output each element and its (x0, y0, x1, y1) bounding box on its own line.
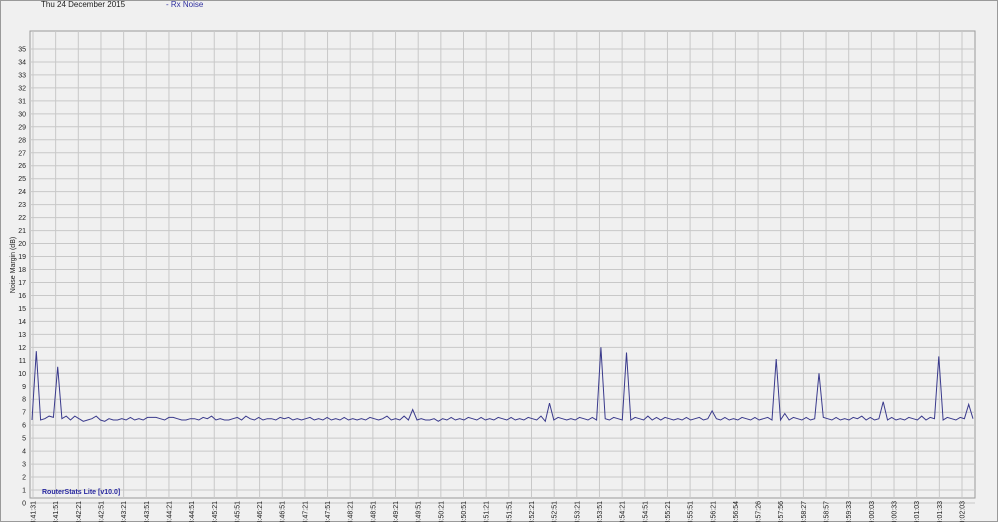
series-line-rx-noise (31, 347, 974, 423)
x-tick-label: 18:48:51 (370, 501, 377, 522)
x-tick-label: 18:58:27 (801, 501, 808, 522)
x-tick-label: 19:01:33 (937, 501, 944, 522)
y-tick-label: 17 (18, 280, 26, 287)
x-tick-label: 18:46:51 (280, 501, 287, 522)
y-tick-label: 26 (18, 163, 26, 170)
x-tick-label: 18:52:21 (529, 501, 536, 522)
y-tick-label: 27 (18, 150, 26, 157)
x-tick-label: 18:42:21 (76, 501, 83, 522)
y-tick-label: 18 (18, 267, 26, 274)
x-tick-label: 18:47:51 (325, 501, 332, 522)
x-tick-label: 18:47:21 (302, 501, 309, 522)
x-tick-label: 18:56:54 (733, 501, 740, 522)
y-tick-label: 25 (18, 176, 26, 183)
x-tick-label: 18:55:51 (688, 501, 695, 522)
x-tick-label: 18:55:21 (665, 501, 672, 522)
chart-svg: 0123456789101112131415161718192021222324… (10, 30, 976, 522)
y-tick-label: 16 (18, 293, 26, 300)
y-axis-label: Noise Margin (dB) (10, 237, 17, 293)
y-tick-label: 29 (18, 124, 26, 131)
y-tick-label: 15 (18, 306, 26, 313)
x-tick-label: 18:50:21 (438, 501, 445, 522)
x-tick-label: 19:00:33 (892, 501, 899, 522)
x-tick-label: 18:45:51 (234, 501, 241, 522)
y-tick-label: 21 (18, 228, 26, 235)
x-tick-label: 18:43:21 (121, 501, 128, 522)
x-tick-label: 18:51:21 (484, 501, 491, 522)
y-tick-label: 8 (22, 397, 26, 404)
x-tick-label: 19:00:03 (869, 501, 876, 522)
y-tick-label: 7 (22, 410, 26, 417)
grid (29, 30, 976, 504)
y-axis-ticks: 0123456789101112131415161718192021222324… (18, 46, 26, 507)
y-tick-label: 0 (22, 501, 26, 508)
y-tick-label: 14 (18, 319, 26, 326)
x-tick-label: 18:58:57 (824, 501, 831, 522)
x-tick-label: 18:49:21 (393, 501, 400, 522)
x-tick-label: 18:49:51 (416, 501, 423, 522)
y-tick-label: 13 (18, 332, 26, 339)
x-tick-label: 18:42:51 (98, 501, 105, 522)
y-tick-label: 22 (18, 215, 26, 222)
y-tick-label: 5 (22, 436, 26, 443)
x-tick-label: 19:01:03 (914, 501, 921, 522)
x-tick-label: 18:51:51 (506, 501, 513, 522)
x-tick-label: 18:50:51 (461, 501, 468, 522)
x-tick-label: 18:57:56 (778, 501, 785, 522)
x-tick-label: 18:46:21 (257, 501, 264, 522)
x-tick-label: 18:54:21 (620, 501, 627, 522)
y-tick-label: 24 (18, 189, 26, 196)
y-tick-label: 1 (22, 488, 26, 495)
series (31, 347, 974, 423)
y-tick-label: 10 (18, 371, 26, 378)
x-tick-label: 18:52:51 (552, 501, 559, 522)
x-tick-label: 18:53:51 (597, 501, 604, 522)
y-tick-label: 19 (18, 254, 26, 261)
x-tick-label: 18:41:51 (53, 501, 60, 522)
y-tick-label: 3 (22, 462, 26, 469)
y-tick-label: 6 (22, 423, 26, 430)
x-tick-label: 18:41:31 (31, 501, 38, 522)
x-tick-label: 18:44:21 (166, 501, 173, 522)
x-tick-label: 18:59:33 (846, 501, 853, 522)
x-tick-label: 18:44:51 (189, 501, 196, 522)
x-tick-label: 18:54:51 (642, 501, 649, 522)
y-tick-label: 2 (22, 475, 26, 482)
x-tick-label: 18:53:21 (574, 501, 581, 522)
x-tick-label: 18:56:21 (710, 501, 717, 522)
x-tick-label: 18:48:21 (348, 501, 355, 522)
y-tick-label: 11 (19, 358, 26, 365)
x-tick-label: 18:43:51 (144, 501, 151, 522)
y-tick-label: 35 (18, 46, 26, 53)
y-tick-label: 20 (18, 241, 26, 248)
y-tick-label: 9 (22, 384, 26, 391)
y-tick-label: 34 (18, 59, 26, 66)
y-tick-label: 28 (18, 137, 26, 144)
y-tick-label: 32 (18, 85, 26, 92)
y-tick-label: 4 (22, 449, 26, 456)
y-tick-label: 31 (18, 98, 26, 105)
y-tick-label: 23 (18, 202, 26, 209)
y-tick-label: 12 (18, 345, 26, 352)
x-tick-label: 19:02:03 (960, 501, 967, 522)
y-tick-label: 30 (18, 111, 26, 118)
x-tick-label: 18:57:26 (756, 501, 763, 522)
x-axis-ticks: 18:41:31 18:41:51 18:42:21 18:42:51 18:43:21… (31, 501, 967, 522)
watermark-label: RouterStats Lite [v10.0] (42, 489, 121, 496)
x-tick-label: 18:45:21 (212, 501, 219, 522)
y-tick-label: 33 (18, 72, 26, 79)
